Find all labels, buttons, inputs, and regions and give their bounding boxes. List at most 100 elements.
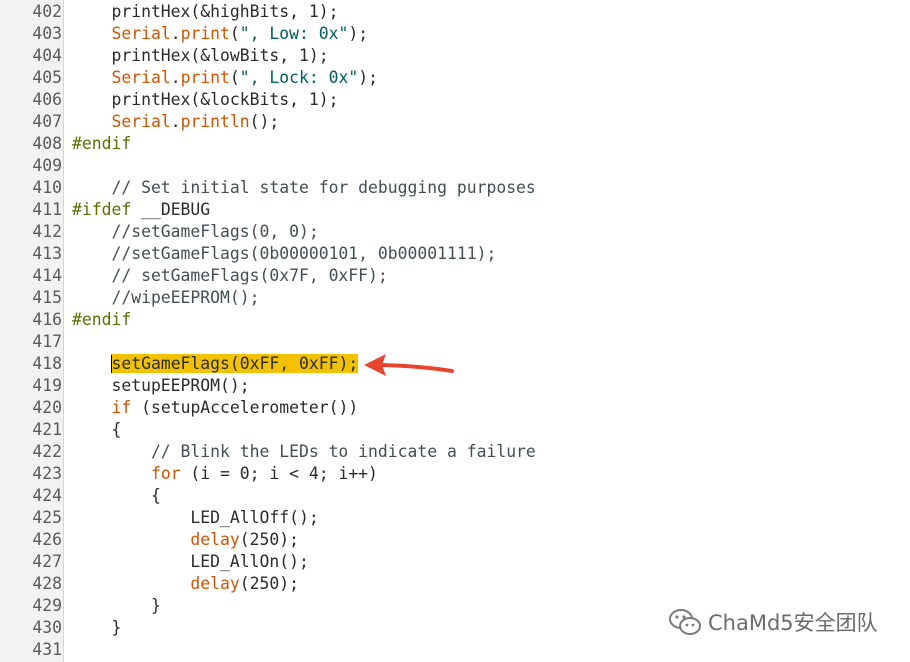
code-line[interactable]: 402 printHex(&highBits, 1);	[0, 1, 910, 23]
code-line[interactable]: 412 //setGameFlags(0, 0);	[0, 221, 910, 243]
code-token: Serial	[111, 68, 171, 87]
code-line[interactable]: 416 #endif	[0, 309, 910, 331]
line-number: 405	[32, 68, 62, 87]
code-text: #endif	[72, 133, 131, 155]
code-line[interactable]: 410 // Set initial state for debugging p…	[0, 177, 910, 199]
code-editor[interactable]: 402 printHex(&highBits, 1); 403 Serial.pr…	[0, 0, 910, 662]
code-line[interactable]: 426 delay(250);	[0, 529, 910, 551]
code-line[interactable]: 415 //wipeEEPROM();	[0, 287, 910, 309]
code-token: Serial	[111, 112, 171, 131]
code-token: {	[72, 420, 122, 439]
line-number: 428	[32, 574, 62, 593]
line-number: 411	[32, 200, 62, 219]
line-number: 421	[32, 420, 62, 439]
code-line[interactable]: 421 {	[0, 419, 910, 441]
line-number: 404	[32, 46, 62, 65]
code-text: #endif	[72, 309, 131, 331]
code-token: printHex(&highBits, 1);	[72, 2, 339, 21]
code-line[interactable]: 428 delay(250);	[0, 573, 910, 595]
watermark: ChaMd5安全团队	[668, 606, 878, 638]
line-number: 423	[32, 464, 62, 483]
code-token: (	[229, 68, 240, 87]
code-token: setupEEPROM();	[72, 376, 250, 395]
code-line[interactable]: 423 for (i = 0; i < 4; i++)	[0, 463, 910, 485]
code-token: print	[180, 68, 230, 87]
code-line[interactable]: 424 {	[0, 485, 910, 507]
code-text: setGameFlags(0xFF, 0xFF);	[72, 353, 359, 375]
code-token: __DEBUG	[131, 200, 211, 219]
code-token: delay	[190, 530, 240, 549]
line-number: 410	[32, 178, 62, 197]
code-token: .	[170, 24, 181, 43]
code-token: print	[180, 24, 230, 43]
line-number: 418	[32, 354, 62, 373]
code-line[interactable]: 408 #endif	[0, 133, 910, 155]
code-token: // Set initial state for debugging purpo…	[72, 178, 536, 197]
code-line[interactable]: 414 // setGameFlags(0x7F, 0xFF);	[0, 265, 910, 287]
code-line[interactable]: 427 LED_AllOn();	[0, 551, 910, 573]
code-line[interactable]: 425 LED_AllOff();	[0, 507, 910, 529]
code-line[interactable]: 407 Serial.println();	[0, 111, 910, 133]
arrow-annotation-icon	[364, 354, 454, 376]
code-line[interactable]: 420 if (setupAccelerometer())	[0, 397, 910, 419]
code-token: (setupAccelerometer())	[131, 398, 359, 417]
line-number: 429	[32, 596, 62, 615]
code-line[interactable]: 411 #ifdef __DEBUG	[0, 199, 910, 221]
code-token: }	[72, 618, 122, 637]
code-token: LED_AllOff();	[72, 508, 319, 527]
code-token: printHex(&lowBits, 1);	[72, 46, 329, 65]
highlighted-code: setGameFlags(0xFF, 0xFF);	[111, 354, 359, 373]
code-text: #ifdef __DEBUG	[72, 199, 210, 221]
code-text: for (i = 0; i < 4; i++)	[72, 463, 378, 485]
code-text: LED_AllOff();	[72, 507, 319, 529]
code-token: #endif	[72, 134, 132, 153]
code-token: (	[229, 24, 240, 43]
code-token: LED_AllOn();	[72, 552, 309, 571]
code-token: }	[72, 596, 161, 615]
code-line[interactable]: 409	[0, 155, 910, 177]
wechat-icon	[669, 609, 701, 635]
line-number: 403	[32, 24, 62, 43]
code-text: Serial.println();	[72, 111, 279, 133]
code-token: #endif	[72, 310, 132, 329]
line-number: 416	[32, 310, 62, 329]
line-number: 409	[32, 156, 62, 175]
code-line[interactable]: 431	[0, 639, 910, 661]
code-text: {	[72, 485, 161, 507]
watermark-text: ChaMd5安全团队	[708, 611, 878, 635]
code-text: // Set initial state for debugging purpo…	[72, 177, 536, 199]
code-token: // setGameFlags(0x7F, 0xFF);	[72, 266, 388, 285]
code-text: setupEEPROM();	[72, 375, 250, 397]
line-number: 407	[32, 112, 62, 131]
code-text: }	[72, 595, 161, 617]
code-text: printHex(&lockBits, 1);	[72, 89, 338, 111]
code-line[interactable]: 403 Serial.print(", Low: 0x");	[0, 23, 910, 45]
code-line[interactable]: 404 printHex(&lowBits, 1);	[0, 45, 910, 67]
line-number: 412	[32, 222, 62, 241]
code-text: Serial.print(", Low: 0x");	[72, 23, 368, 45]
code-text: printHex(&lowBits, 1);	[72, 45, 329, 67]
code-line[interactable]: 422 // Blink the LEDs to indicate a fail…	[0, 441, 910, 463]
code-text: // Blink the LEDs to indicate a failure	[72, 441, 536, 463]
code-token: (250);	[239, 574, 299, 593]
code-text: delay(250);	[72, 573, 299, 595]
code-text: {	[72, 419, 121, 441]
code-line[interactable]: 405 Serial.print(", Lock: 0x");	[0, 67, 910, 89]
code-token: if	[111, 398, 132, 417]
code-line[interactable]: 413 //setGameFlags(0b00000101, 0b0000111…	[0, 243, 910, 265]
line-number: 431	[32, 640, 62, 659]
code-token: printHex(&lockBits, 1);	[72, 90, 339, 109]
line-number: 413	[32, 244, 62, 263]
code-token: //setGameFlags(0b00000101, 0b00001111);	[72, 244, 497, 263]
code-line[interactable]: 406 printHex(&lockBits, 1);	[0, 89, 910, 111]
code-text: if (setupAccelerometer())	[72, 397, 358, 419]
code-line[interactable]: 417	[0, 331, 910, 353]
code-token: ", Low: 0x"	[239, 24, 349, 43]
code-text: }	[72, 617, 121, 639]
code-text: // setGameFlags(0x7F, 0xFF);	[72, 265, 388, 287]
line-number: 427	[32, 552, 62, 571]
code-text: //setGameFlags(0b00000101, 0b00001111);	[72, 243, 496, 265]
